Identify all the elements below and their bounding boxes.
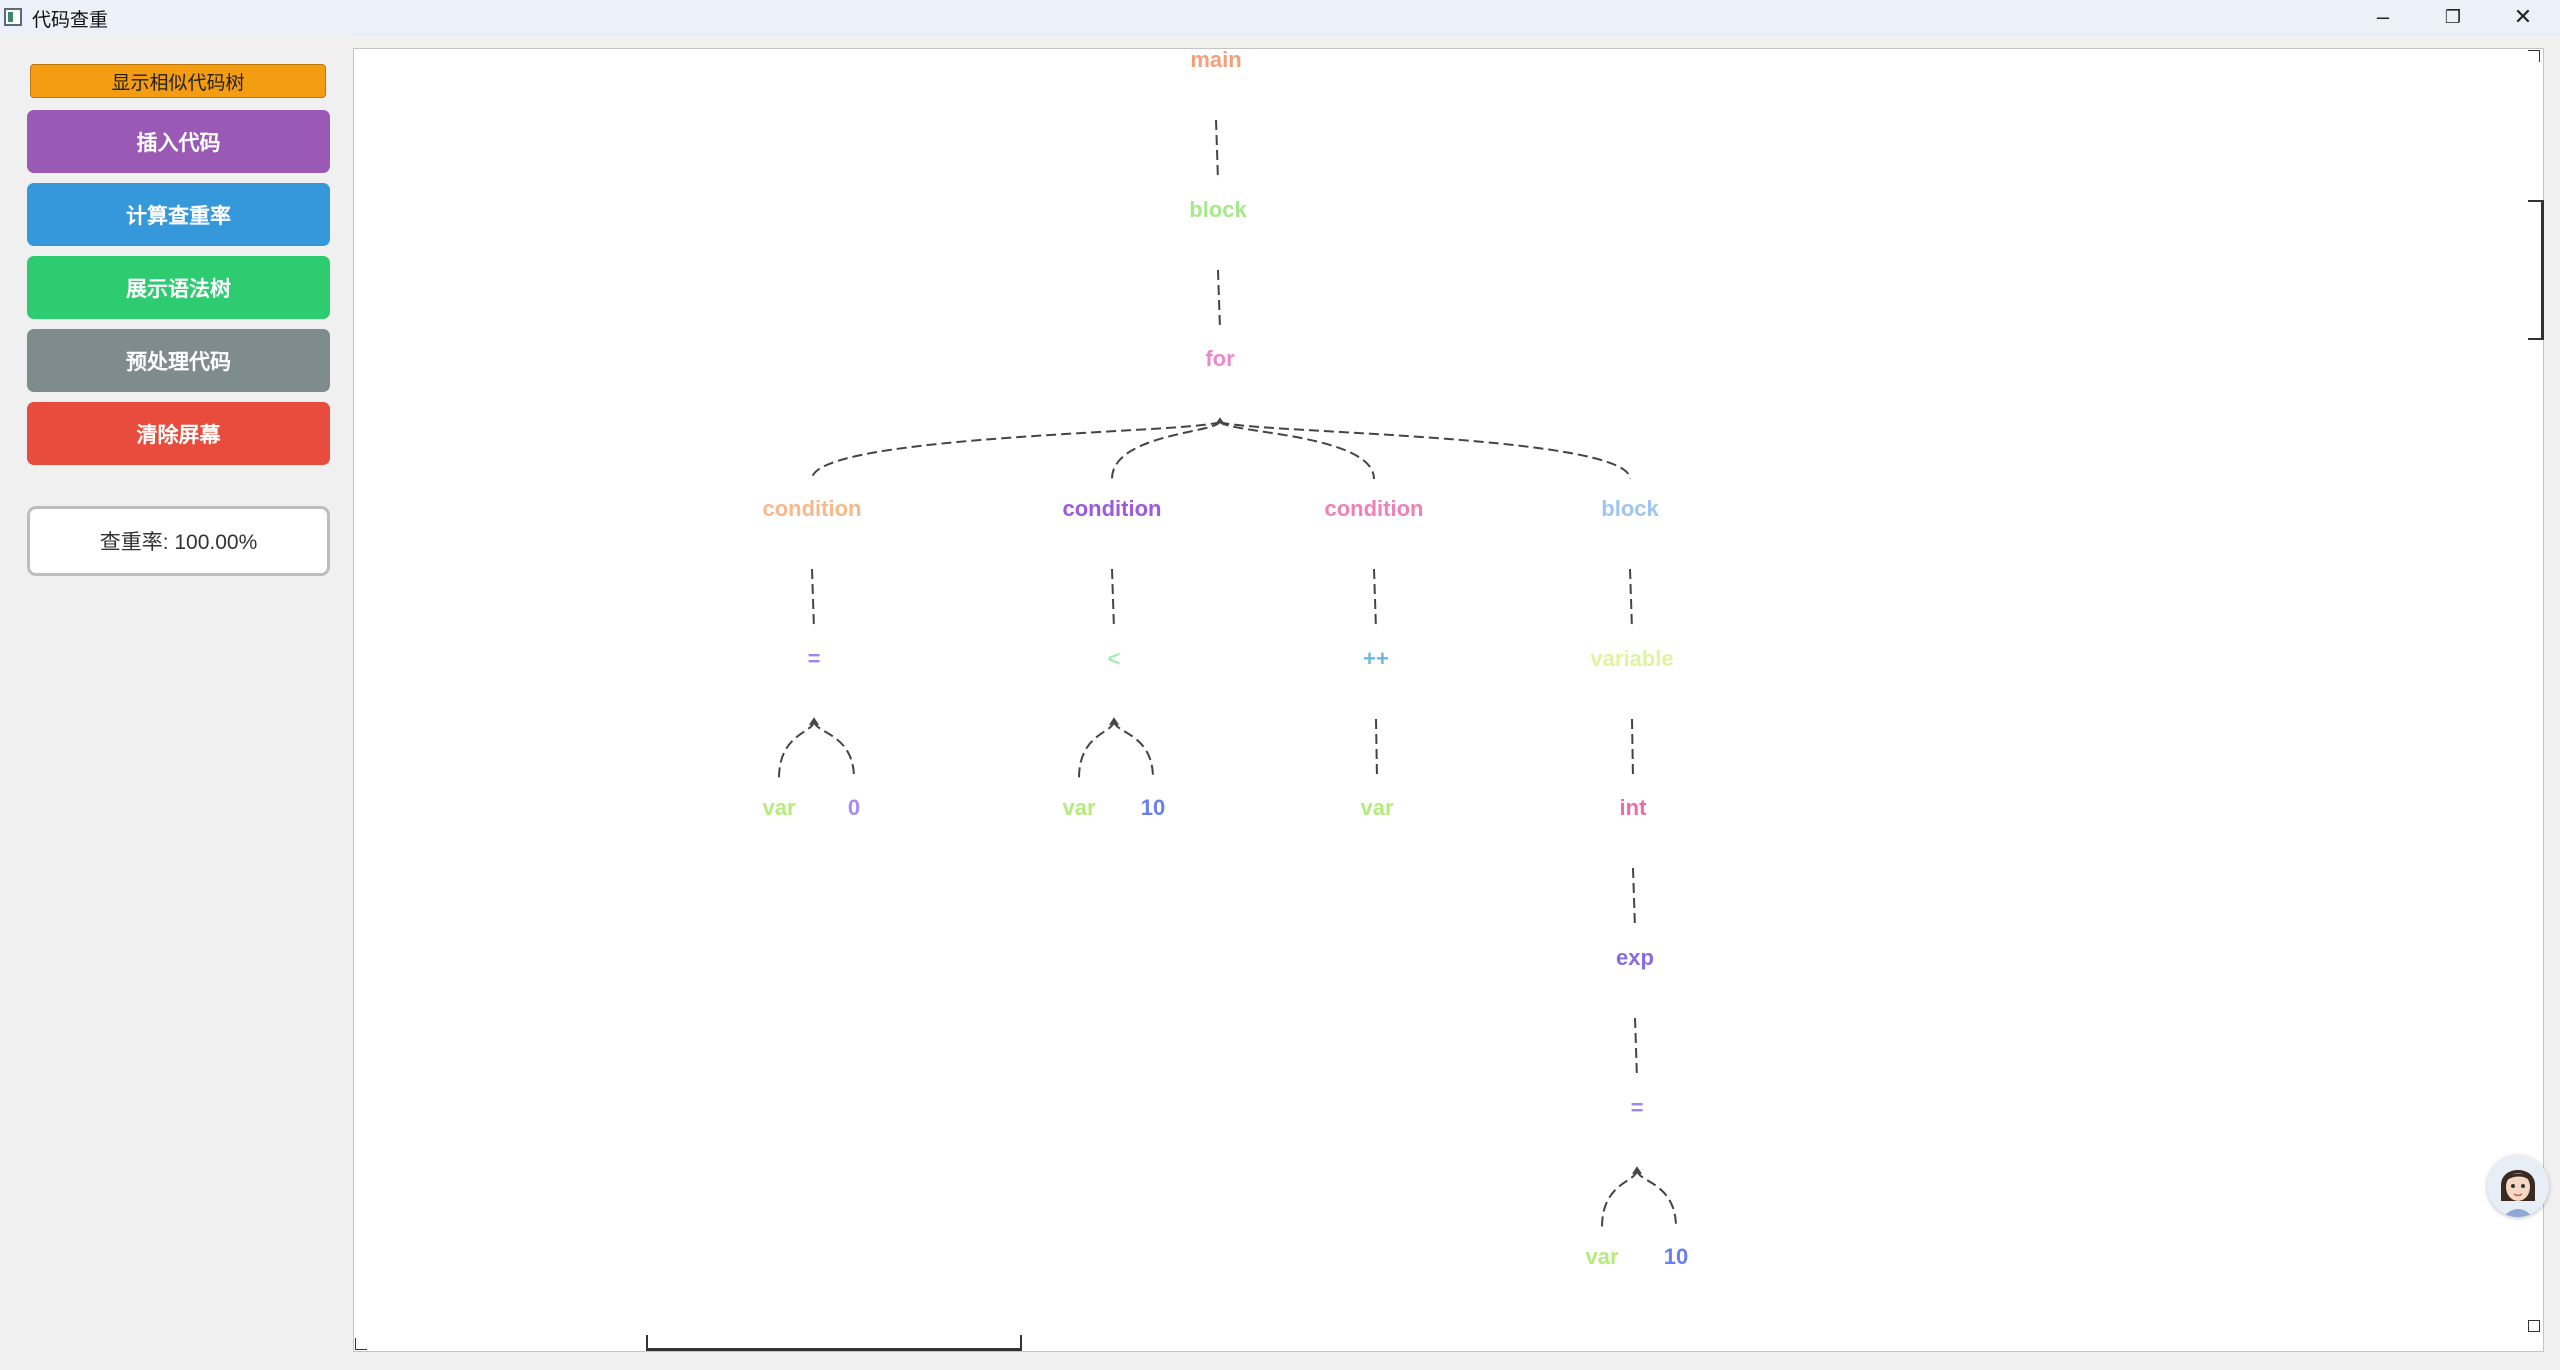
bottom-right-corner [2528, 1320, 2540, 1332]
show-similar-tree-button[interactable]: 显示相似代码树 [30, 64, 326, 98]
close-icon[interactable]: ✕ [2488, 0, 2558, 34]
bottom-left-corner [355, 1338, 367, 1350]
app-icon [4, 8, 22, 26]
title-bar: 代码查重 – ❐ ✕ [0, 0, 2560, 35]
assistant-avatar[interactable] [2487, 1155, 2549, 1217]
syntax-tree-canvas[interactable] [353, 48, 2544, 1352]
avatar-icon [2501, 1170, 2535, 1217]
restore-icon[interactable]: ❐ [2418, 0, 2488, 34]
window-title: 代码查重 [32, 10, 109, 31]
minimize-icon[interactable]: – [2348, 0, 2418, 34]
clear-screen-button[interactable]: 清除屏幕 [27, 402, 330, 465]
horizontal-scrollbar[interactable] [646, 1335, 1022, 1351]
show-syntax-tree-button[interactable]: 展示语法树 [27, 256, 330, 319]
insert-code-button[interactable]: 插入代码 [27, 110, 330, 173]
preprocess-code-button[interactable]: 预处理代码 [27, 329, 330, 392]
sidebar: 显示相似代码树 插入代码 计算查重率 展示语法树 预处理代码 清除屏幕 查重率:… [0, 34, 350, 1370]
vertical-scrollbar[interactable] [2528, 200, 2544, 340]
similarity-rate-display: 查重率: 100.00% [27, 506, 330, 576]
top-right-corner [2528, 50, 2540, 62]
calculate-rate-button[interactable]: 计算查重率 [27, 183, 330, 246]
